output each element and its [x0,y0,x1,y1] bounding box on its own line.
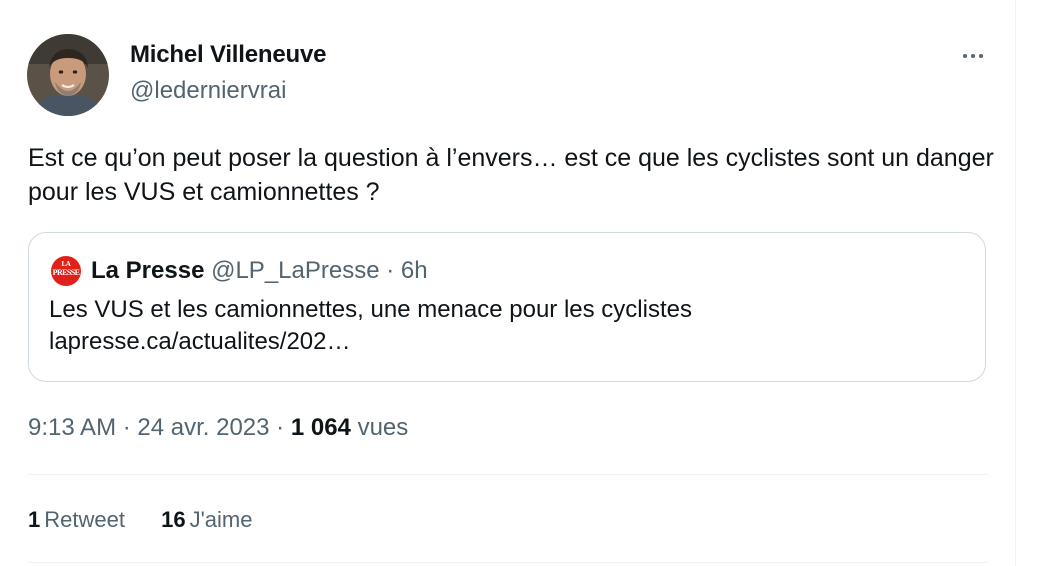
meta-separator: · [269,414,291,441]
tweet-text: Est ce qu’on peut poser la question à l’… [28,144,994,206]
quoted-time[interactable]: 6h [401,257,428,284]
quoted-separator: · [379,257,401,284]
avatar-photo [27,34,109,116]
more-horizontal-icon [963,54,967,58]
divider [28,474,988,475]
tweet-meta: 9:13 AM · 24 avr. 2023 · 1 064 vues [28,414,408,442]
tweet: Michel Villeneuve @ledernier​vrai Est ce… [0,0,1015,566]
author-handle[interactable]: @ledernier​vrai [130,77,286,105]
quoted-tweet[interactable]: LA PRESSE La Presse @LP_LaPresse · 6h Le… [28,232,986,382]
likes-count: 16 [161,507,186,532]
timeline-border [1015,0,1016,566]
retweets-label: Retweet [44,507,125,532]
meta-separator: · [116,414,138,441]
likes-stat[interactable]: 16 J'aime [161,507,252,533]
likes-label: J'aime [189,507,253,532]
retweets-count: 1 [28,507,41,532]
tweet-time[interactable]: 9:13 AM [28,414,116,441]
tweet-date[interactable]: 24 avr. 2023 [137,414,269,441]
quoted-text: Les VUS et les camionnettes, une menace … [49,294,969,358]
retweets-stat[interactable]: 1 Retweet [28,507,125,533]
avatar[interactable] [27,34,109,116]
author-name[interactable]: Michel Villeneuve [130,41,326,69]
more-horizontal-icon [979,54,983,58]
quoted-author-handle: @LP_LaPresse [211,257,380,284]
views-label: vues [357,414,409,441]
quoted-author-name[interactable]: La Presse [91,257,204,284]
divider [28,562,988,563]
la-presse-logo: LA PRESSE [51,256,81,286]
more-horizontal-icon [971,54,975,58]
quoted-header: La Presse @LP_LaPresse · 6h [91,257,428,285]
quoted-text-line: Les VUS et les camionnettes, une menace … [49,296,692,323]
more-options-button[interactable] [948,38,998,74]
quoted-link[interactable]: lapresse.ca/actualites/202… [49,326,969,358]
views-count: 1 064 [290,414,351,441]
tweet-stats: 1 Retweet 16 J'aime [28,507,282,533]
